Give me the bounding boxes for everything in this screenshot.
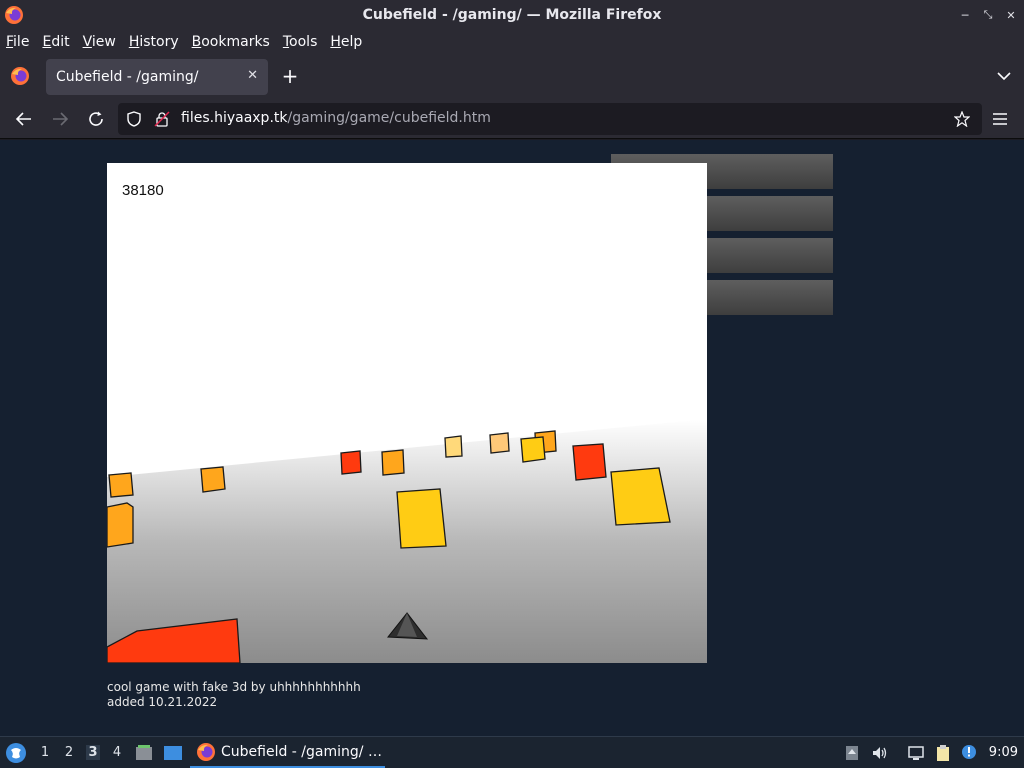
- score-counter: 38180: [122, 182, 164, 199]
- tab-cubefield[interactable]: Cubefield - /gaming/ ✕: [46, 59, 268, 95]
- menu-bar: File Edit View History Bookmarks Tools H…: [0, 30, 1024, 54]
- updates-icon[interactable]: [843, 744, 861, 762]
- menu-help[interactable]: Help: [330, 34, 362, 50]
- firefox-icon: [5, 6, 23, 24]
- firefox-view-icon[interactable]: [10, 66, 30, 86]
- notification-icon[interactable]: [961, 744, 979, 762]
- file-manager-icon[interactable]: [134, 743, 154, 763]
- hamburger-menu-icon[interactable]: [992, 111, 1008, 127]
- tracking-protection-shield-icon[interactable]: [126, 111, 142, 127]
- back-button[interactable]: [14, 109, 34, 129]
- close-window-button[interactable]: ✕: [1004, 6, 1018, 24]
- menu-view[interactable]: View: [83, 34, 116, 50]
- workspace-2[interactable]: 2: [62, 745, 76, 760]
- arrow-right-icon: [53, 112, 69, 126]
- clock: 9:09: [988, 745, 1018, 760]
- tab-strip: Cubefield - /gaming/ ✕ +: [0, 54, 1024, 99]
- workspace-3[interactable]: 3: [86, 745, 100, 760]
- window-titlebar: Cubefield - /gaming/ — Mozilla Firefox ─…: [0, 0, 1024, 30]
- bookmark-star-icon[interactable]: [954, 111, 970, 127]
- chevron-down-icon[interactable]: [996, 68, 1012, 84]
- task-label: Cubefield - /gaming/ …: [221, 744, 382, 760]
- firefox-icon: [197, 743, 215, 761]
- game-scene: [107, 419, 707, 663]
- workspace-4[interactable]: 4: [110, 745, 124, 760]
- tab-close-icon[interactable]: ✕: [247, 68, 258, 83]
- workspace-1[interactable]: 1: [38, 745, 52, 760]
- forward-button[interactable]: [50, 109, 70, 129]
- menu-history[interactable]: History: [129, 34, 179, 50]
- taskbar-task-firefox[interactable]: Cubefield - /gaming/ …: [190, 738, 385, 768]
- tab-title: Cubefield - /gaming/: [56, 69, 199, 85]
- volume-icon[interactable]: [871, 744, 889, 762]
- minimize-button[interactable]: ─: [958, 6, 972, 24]
- restore-button[interactable]: ⤡: [981, 6, 995, 24]
- show-desktop-icon[interactable]: [163, 743, 183, 763]
- new-tab-button[interactable]: +: [280, 66, 300, 86]
- network-icon[interactable]: [907, 744, 925, 762]
- arrow-left-icon: [15, 112, 31, 126]
- reload-button[interactable]: [86, 109, 106, 129]
- menu-tools[interactable]: Tools: [283, 34, 318, 50]
- description-line: cool game with fake 3d by uhhhhhhhhhhh: [107, 680, 361, 694]
- url-text[interactable]: files.hiyaaxp.tk/gaming/game/cubefield.h…: [181, 110, 491, 126]
- reload-icon: [89, 111, 103, 126]
- date-added: added 10.21.2022: [107, 695, 218, 709]
- menu-edit[interactable]: Edit: [42, 34, 69, 50]
- window-title: Cubefield - /gaming/ — Mozilla Firefox: [362, 7, 662, 23]
- game-description: cool game with fake 3d by uhhhhhhhhhhh a…: [107, 680, 361, 710]
- clipboard-icon[interactable]: [934, 744, 952, 762]
- url-bar[interactable]: files.hiyaaxp.tk/gaming/game/cubefield.h…: [118, 103, 982, 135]
- menu-file[interactable]: File: [6, 34, 29, 50]
- insecure-lock-icon[interactable]: [154, 111, 170, 127]
- menu-bookmarks[interactable]: Bookmarks: [192, 34, 270, 50]
- navigation-toolbar: files.hiyaaxp.tk/gaming/game/cubefield.h…: [0, 99, 1024, 139]
- game-canvas[interactable]: 38180: [107, 163, 707, 663]
- start-menu-icon[interactable]: [5, 742, 27, 764]
- page-content: d d l: [0, 140, 1024, 736]
- taskbar: 1 2 3 4 Cubefield - /gaming/ … 9:09: [0, 736, 1024, 768]
